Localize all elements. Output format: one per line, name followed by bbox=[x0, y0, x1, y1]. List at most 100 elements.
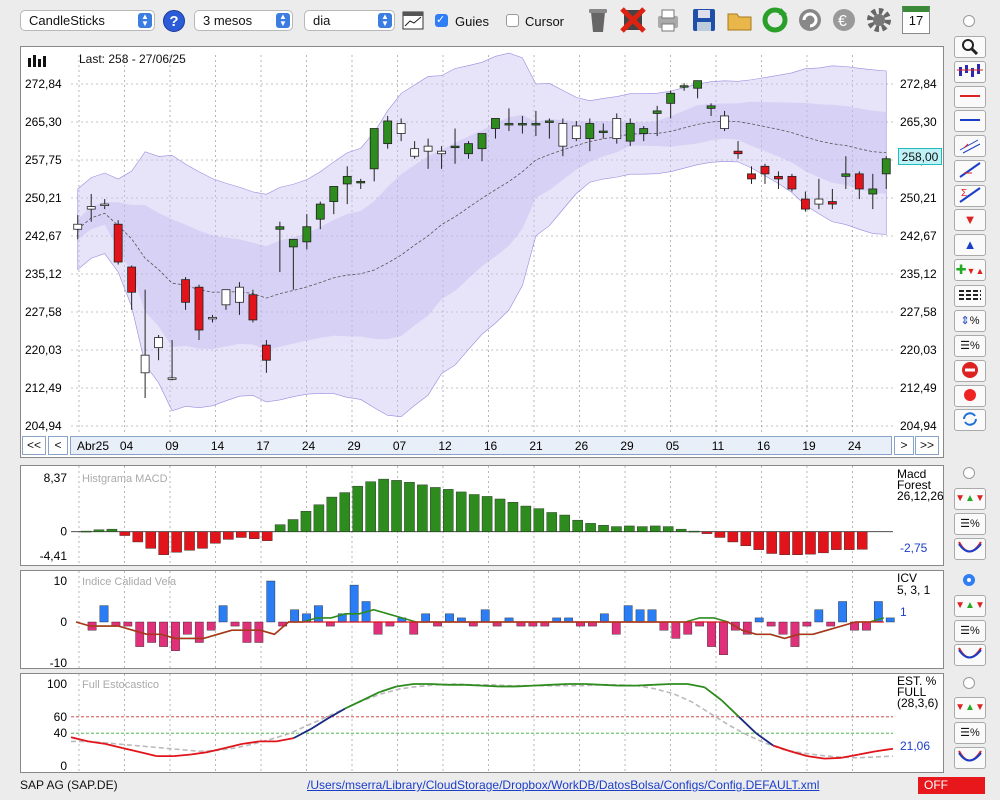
cursor-checkbox[interactable] bbox=[506, 14, 519, 27]
macd-bar bbox=[248, 531, 260, 539]
candle-mode-button[interactable] bbox=[954, 61, 986, 83]
refresh-icon[interactable] bbox=[761, 6, 789, 34]
candle-body bbox=[86, 206, 96, 210]
icv-legend: 5, 3, 1 bbox=[897, 583, 931, 597]
config-path-link[interactable]: /Users/mserra/Library/CloudStorage/Dropb… bbox=[307, 778, 819, 792]
euro-icon[interactable]: € bbox=[830, 6, 858, 34]
date-tick: 07 bbox=[393, 439, 407, 453]
macd-bar bbox=[132, 531, 144, 543]
candle-body bbox=[531, 123, 541, 126]
stoch-y-tick: 100 bbox=[47, 677, 67, 691]
macd-curve-button[interactable] bbox=[954, 538, 986, 560]
chart-type-select[interactable]: CandleSticks ▲ ▼ bbox=[20, 10, 155, 31]
stoch-curve-button[interactable] bbox=[954, 747, 986, 769]
y-tick-left: 227,58 bbox=[25, 305, 62, 319]
candle-body bbox=[194, 286, 204, 331]
stoch-k-segment bbox=[704, 686, 723, 702]
stoch-d-line bbox=[71, 683, 894, 759]
curve-icon bbox=[958, 541, 982, 553]
icv-chart[interactable]: Indice Calidad Vela100-10ICV5, 3, 11 bbox=[21, 571, 943, 668]
icv-curve-button[interactable] bbox=[954, 644, 986, 666]
open-folder-icon[interactable] bbox=[726, 6, 754, 34]
stoch-panel: Full Estocastico 100 60 40 0 EST. % FULL (28,3,… bbox=[20, 673, 944, 773]
stochastic-chart[interactable]: Full Estocastico10060400EST. %FULL(28,3,… bbox=[21, 674, 943, 772]
reload-icon[interactable] bbox=[796, 6, 824, 34]
macd-bar bbox=[507, 501, 519, 532]
nav-prev-button[interactable]: < bbox=[48, 436, 68, 455]
y-tick-right: 227,58 bbox=[900, 305, 937, 319]
percent-range-button[interactable]: ⇕% bbox=[954, 310, 986, 332]
date-axis[interactable]: Abr2504091417242907121621262905111619242… bbox=[70, 436, 892, 455]
add-arrows-button[interactable]: ✚▼▲ bbox=[954, 259, 986, 281]
guides-checkbox[interactable] bbox=[435, 13, 448, 27]
y-tick-right: 235,12 bbox=[900, 267, 937, 281]
trash-icon[interactable] bbox=[584, 6, 612, 34]
macd-chart[interactable]: Histgrama MACD8,370-4,41MacdForest26,12,… bbox=[21, 466, 943, 565]
stop-button[interactable] bbox=[954, 360, 986, 382]
icv-bar bbox=[194, 621, 204, 643]
zoom-button[interactable] bbox=[954, 36, 986, 58]
stoch-percent-button[interactable]: ☰% bbox=[954, 722, 986, 744]
channel-button[interactable] bbox=[954, 135, 986, 157]
y-tick-right: 212,49 bbox=[900, 381, 937, 395]
stoch-k-segment bbox=[276, 737, 294, 743]
lines-percent-icon: ☰% bbox=[960, 518, 980, 530]
nav-next-button[interactable]: > bbox=[894, 436, 914, 455]
macd-bar bbox=[572, 519, 583, 532]
horizontal-blue-line-button[interactable] bbox=[954, 110, 986, 132]
macd-bar bbox=[533, 508, 545, 532]
nav-last-button[interactable]: >> bbox=[915, 436, 939, 455]
calendar-icon[interactable]: 17 bbox=[902, 6, 930, 34]
cycle-button[interactable] bbox=[954, 409, 986, 431]
macd-percent-button[interactable]: ☰% bbox=[954, 513, 986, 535]
save-icon[interactable] bbox=[690, 6, 718, 34]
panel-radio-stoch[interactable] bbox=[963, 677, 975, 689]
macd-bar bbox=[766, 531, 777, 554]
macd-y-tick: 8,37 bbox=[44, 471, 68, 485]
macd-title: Histgrama MACD bbox=[82, 473, 168, 485]
macd-bar bbox=[261, 531, 273, 541]
chart-window-icon[interactable] bbox=[402, 10, 424, 32]
arrow-up-button[interactable]: ▲ bbox=[954, 234, 986, 256]
sigma-line-button[interactable]: Σ bbox=[954, 185, 986, 207]
mode-off-button[interactable]: OFF bbox=[918, 777, 985, 794]
panel-radio-price[interactable] bbox=[963, 15, 975, 27]
icv-arrows-button[interactable]: ▼▲▼ bbox=[954, 595, 986, 617]
panel-radio-icv[interactable] bbox=[963, 574, 975, 586]
macd-bar bbox=[559, 514, 570, 532]
y-tick-left: 272,84 bbox=[25, 77, 62, 91]
icv-bar bbox=[659, 621, 669, 631]
grid-lines-button[interactable] bbox=[954, 285, 986, 307]
price-chart[interactable]: 272,84272,84265,30265,30257,75257,75250,… bbox=[21, 47, 943, 457]
macd-arrows-button[interactable]: ▼▲▼ bbox=[954, 488, 986, 510]
macd-bar bbox=[300, 510, 312, 532]
delete-icon[interactable] bbox=[619, 6, 647, 34]
icv-percent-button[interactable]: ☰% bbox=[954, 620, 986, 642]
arrow-down-button[interactable]: ▼ bbox=[954, 209, 986, 231]
nav-first-button[interactable]: << bbox=[22, 436, 46, 455]
period-select[interactable]: 3 mesos ▲ ▼ bbox=[194, 10, 293, 31]
candle-body bbox=[235, 286, 244, 303]
record-button[interactable] bbox=[954, 385, 986, 407]
settings-icon[interactable] bbox=[865, 6, 893, 34]
interval-select[interactable]: dia ▲ ▼ bbox=[304, 10, 395, 31]
candle-body bbox=[208, 317, 217, 320]
panel-radio-macd[interactable] bbox=[963, 467, 975, 479]
candle-body bbox=[477, 133, 487, 150]
percent-lines-button[interactable]: ☰% bbox=[954, 335, 986, 357]
icv-bar bbox=[135, 621, 145, 647]
trendline-button[interactable] bbox=[954, 160, 986, 182]
help-button[interactable]: ? bbox=[163, 10, 185, 32]
print-icon[interactable] bbox=[654, 6, 682, 34]
stoch-k-segment bbox=[396, 683, 414, 688]
stoch-arrows-button[interactable]: ▼▲▼ bbox=[954, 697, 986, 719]
macd-bar bbox=[352, 485, 363, 532]
horizontal-red-line-button[interactable] bbox=[954, 86, 986, 108]
icv-bar bbox=[707, 621, 716, 647]
macd-bar bbox=[417, 484, 428, 532]
price-panel: 272,84272,84265,30265,30257,75257,75250,… bbox=[20, 46, 944, 458]
macd-bar bbox=[468, 494, 480, 532]
stoch-k-segment bbox=[464, 683, 483, 687]
volume-icon[interactable] bbox=[27, 53, 47, 67]
macd-bar bbox=[805, 531, 816, 555]
